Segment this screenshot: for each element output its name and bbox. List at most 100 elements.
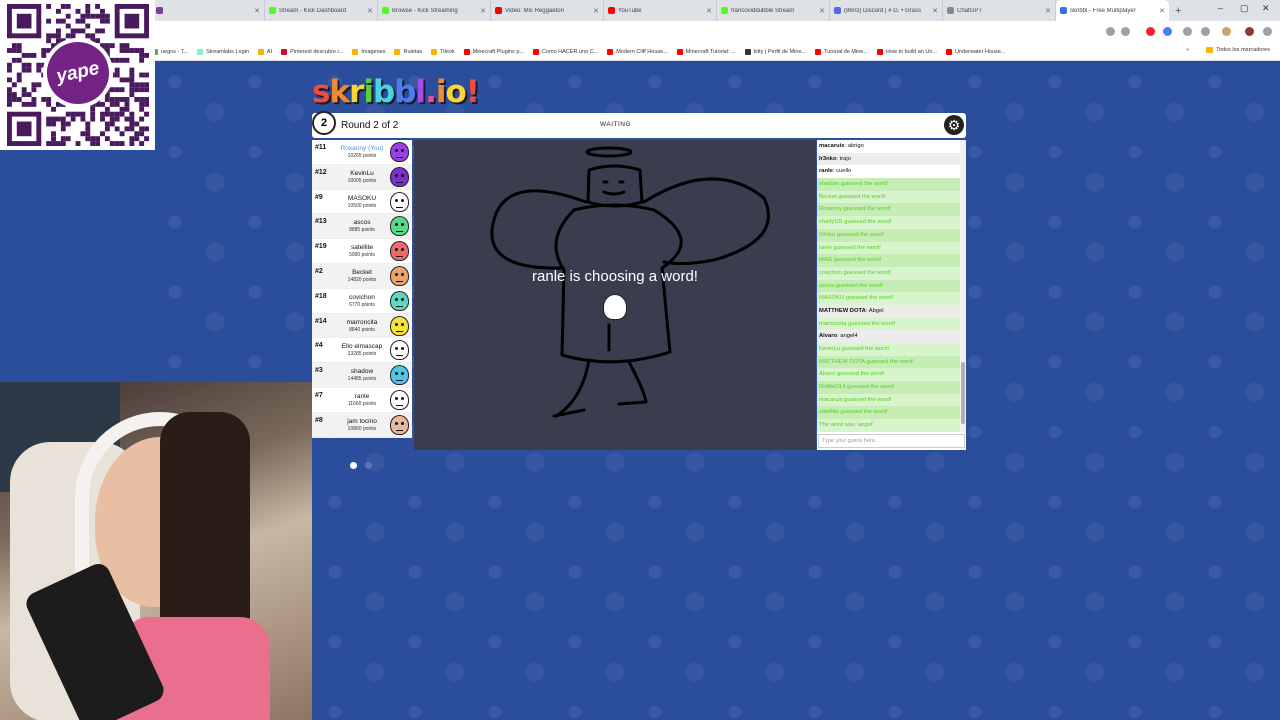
- bookmark-item[interactable]: How to build an Un...: [876, 48, 937, 55]
- browser-tab[interactable]: YouTube ✕: [604, 0, 717, 21]
- browser-tab[interactable]: Stream - Kick Dashboard ✕: [265, 0, 378, 21]
- bookmark-item[interactable]: Modern Cliff House...: [607, 48, 668, 55]
- bookmark-item[interactable]: Pinterest descubre i...: [281, 48, 343, 55]
- qr-module: [90, 33, 96, 39]
- drawing-canvas[interactable]: ranle is choosing a word!: [414, 140, 816, 450]
- browser-tab[interactable]: ChatGPT ✕: [943, 0, 1056, 21]
- chat-text: ascos guessed the word!: [819, 282, 884, 289]
- bookmark-item[interactable]: Streamlabs Login: [197, 48, 249, 55]
- player-row[interactable]: #9 MASOKU 10500 points: [312, 190, 412, 215]
- bookmark-item[interactable]: AI: [257, 48, 272, 55]
- tab-favicon: [947, 7, 954, 14]
- profile-icon[interactable]: [1245, 27, 1254, 36]
- player-rank: #19: [315, 243, 327, 251]
- qr-module: [129, 72, 135, 78]
- browser-tab[interactable]: ✕: [152, 0, 265, 21]
- player-row[interactable]: #4 Ello elmascap 13285 points: [312, 338, 412, 364]
- chat-text: Becket guessed the word!: [819, 193, 886, 200]
- player-row[interactable]: #7 ranle 11660 points: [312, 388, 412, 413]
- qr-module: [85, 126, 91, 132]
- bookmark-item[interactable]: Underwater House...: [945, 48, 1005, 55]
- player-row[interactable]: #2 Becket 14820 points: [312, 263, 412, 289]
- minimize-button[interactable]: –: [1218, 3, 1223, 13]
- chat-guess-notice: MAG guessed the word!: [817, 254, 960, 267]
- qr-finder: [16, 13, 32, 29]
- qr-module: [65, 23, 71, 29]
- menu-kebab-icon[interactable]: [1263, 27, 1272, 36]
- carousel-dot[interactable]: [365, 462, 372, 469]
- all-bookmarks-folder[interactable]: » Todos los marcadores: [1186, 47, 1270, 53]
- qr-module: [60, 4, 66, 9]
- qr-module: [51, 121, 56, 127]
- bookmark-star-icon[interactable]: [1121, 27, 1130, 36]
- tab-close-icon[interactable]: ✕: [367, 7, 373, 15]
- qr-module: [65, 13, 71, 19]
- browser-tab[interactable]: skribbl - Free Multiplayer ✕: [1056, 0, 1169, 21]
- opera-extension-icon[interactable]: [1146, 27, 1155, 36]
- browser-tab[interactable]: Video: Mis Reggaeton ✕: [491, 0, 604, 21]
- maximize-button[interactable]: ▢: [1240, 3, 1249, 14]
- player-row[interactable]: #8 jam tocino 10860 points: [312, 412, 412, 438]
- browser-tab[interactable]: Browse - Kick Streaming ✕: [378, 0, 491, 21]
- qr-module: [119, 48, 125, 53]
- player-list: #11 Roxanny (You) 10265 points #12 KevinLu 10…: [312, 140, 412, 438]
- qr-module: [16, 48, 22, 53]
- profile-avatar[interactable]: [1222, 27, 1231, 36]
- tab-close-icon[interactable]: ✕: [932, 7, 938, 15]
- player-row[interactable]: #12 KevinLu 10005 points: [312, 164, 412, 190]
- tab-close-icon[interactable]: ✕: [706, 7, 712, 15]
- player-row[interactable]: #11 Roxanny (You) 10265 points: [312, 140, 412, 165]
- chat-text: Ir3nko guessed the word!: [819, 231, 885, 238]
- settings-gear-icon[interactable]: ⚙: [944, 115, 964, 135]
- chat-guess-notice: satellite guessed the word!: [817, 406, 960, 420]
- qr-module: [7, 101, 12, 107]
- qr-module: [31, 87, 37, 93]
- chat-message: Ir3nko: trajo: [817, 152, 960, 166]
- new-tab-button[interactable]: +: [1169, 5, 1187, 17]
- player-row[interactable]: #18 covichon 6770 points: [312, 289, 412, 314]
- bookmark-item[interactable]: Tiktok: [431, 48, 455, 55]
- guess-input[interactable]: [818, 434, 965, 448]
- bookmark-item[interactable]: Minecraft Tutorial: ...: [676, 48, 736, 55]
- tab-close-icon[interactable]: ✕: [1045, 7, 1051, 15]
- player-row[interactable]: #19 satellite 5990 points: [312, 239, 412, 264]
- bookmark-item[interactable]: Minecraft Plugins p...: [463, 48, 524, 55]
- bookmark-item[interactable]: kitty | Perfil de Mine...: [744, 48, 806, 55]
- qr-module: [85, 136, 91, 142]
- bookmark-item[interactable]: Imagenes: [352, 48, 385, 55]
- close-window-button[interactable]: ✕: [1262, 3, 1270, 14]
- qr-module: [36, 62, 42, 68]
- tab-close-icon[interactable]: ✕: [819, 7, 825, 15]
- player-row[interactable]: #13 ascos 8885 points: [312, 214, 412, 240]
- player-row[interactable]: #3 shadow 14485 points: [312, 363, 412, 388]
- qr-module: [90, 116, 96, 122]
- bookmark-item[interactable]: uegos - T...: [152, 48, 188, 55]
- logo-letter: b: [394, 74, 416, 110]
- bookmarks-more-button[interactable]: »: [1186, 47, 1189, 53]
- bookmark-item[interactable]: Como HACER uno C...: [532, 48, 598, 55]
- chat-guess-notice: Alvaro guessed the word!: [817, 368, 960, 382]
- qr-module: [80, 13, 86, 19]
- tab-close-icon[interactable]: ✕: [254, 7, 260, 15]
- qr-module: [124, 77, 130, 83]
- qr-module: [144, 87, 149, 93]
- qr-module: [114, 111, 120, 117]
- tab-close-icon[interactable]: ✕: [1159, 7, 1165, 15]
- bookmark-item[interactable]: Ruletas: [394, 48, 422, 55]
- download-icon[interactable]: [1201, 27, 1210, 36]
- qr-module: [75, 18, 81, 24]
- tab-close-icon[interactable]: ✕: [480, 7, 486, 15]
- extensions-puzzle-icon[interactable]: [1183, 27, 1192, 36]
- qr-module: [124, 43, 130, 49]
- carousel-dot-active[interactable]: [350, 462, 357, 469]
- browser-tab[interactable]: francoviddubble Stream ✕: [717, 0, 830, 21]
- player-name: jam tocino: [347, 417, 377, 425]
- tab-close-icon[interactable]: ✕: [593, 7, 599, 15]
- extension-icon[interactable]: [1163, 27, 1172, 36]
- translate-icon[interactable]: [1106, 27, 1115, 36]
- player-rank: #11: [315, 144, 327, 151]
- bookmark-item[interactable]: Tutorial de Mine...: [815, 48, 868, 55]
- player-row[interactable]: #14 marroncita 8840 points: [312, 313, 412, 339]
- chat-scrollbar[interactable]: [960, 140, 966, 432]
- browser-tab[interactable]: (8603) Discord | # G. • Grass ✕: [830, 0, 943, 21]
